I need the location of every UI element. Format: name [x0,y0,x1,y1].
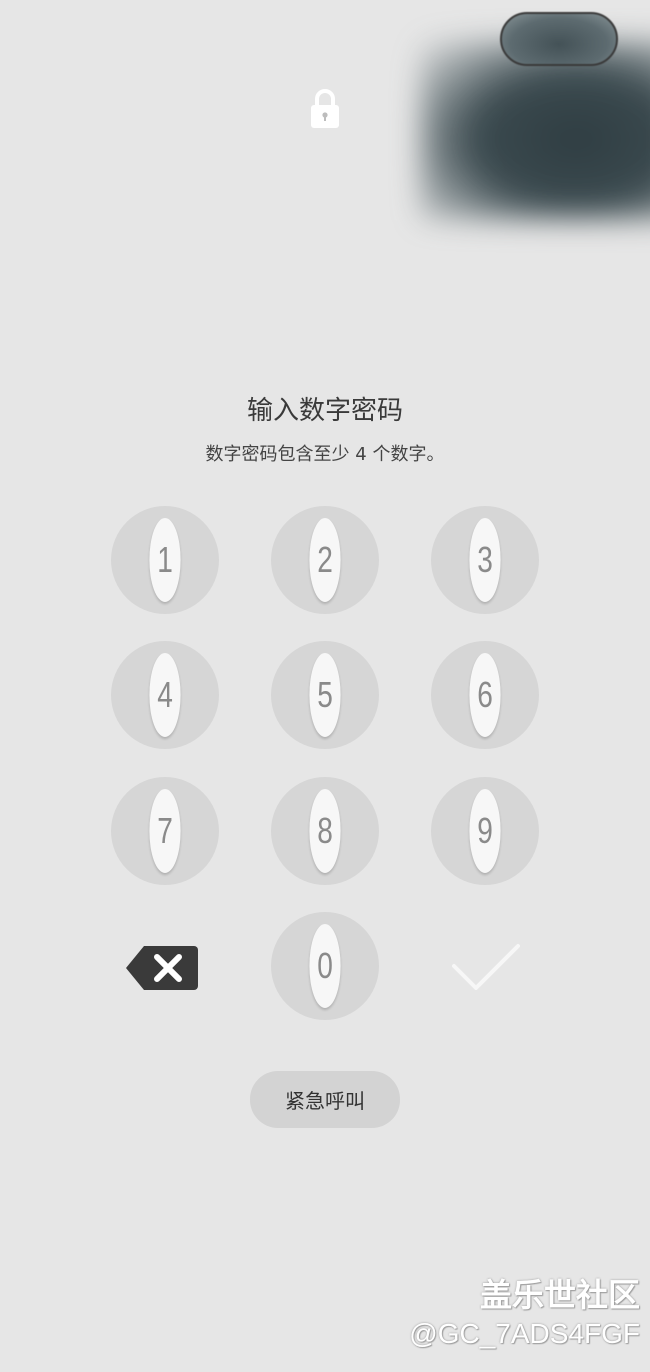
camera-preview-blur [420,40,650,220]
watermark-handle: @GC_7ADS4FGF [409,1318,640,1349]
check-icon[interactable] [450,940,522,996]
key-8-label: 8 [309,789,341,873]
backspace-icon[interactable] [124,944,200,992]
key-5-label: 5 [309,653,341,737]
key-1[interactable]: 1 [111,506,219,614]
key-0-label: 0 [309,924,341,1008]
key-0[interactable]: 0 [271,912,379,1020]
key-9-label: 9 [469,789,501,873]
page-title: 输入数字密码 [246,396,403,426]
lock-icon [311,89,339,128]
emergency-call-button[interactable]: 紧急呼叫 [250,1071,400,1128]
key-9[interactable]: 9 [431,777,539,885]
key-2-label: 2 [309,518,341,602]
key-7-label: 7 [149,789,181,873]
key-2[interactable]: 2 [271,506,379,614]
key-6[interactable]: 6 [431,641,539,749]
camera-cutout [500,12,618,66]
key-8[interactable]: 8 [271,777,379,885]
key-4[interactable]: 4 [111,641,219,749]
key-1-label: 1 [149,518,181,602]
key-3[interactable]: 3 [431,506,539,614]
key-5[interactable]: 5 [271,641,379,749]
watermark-title: 盖乐世社区 [479,1276,640,1314]
key-3-label: 3 [469,518,501,602]
key-6-label: 6 [469,653,501,737]
pin-hint: 数字密码包含至少 4 个数字。 [205,444,445,465]
key-4-label: 4 [149,653,181,737]
key-7[interactable]: 7 [111,777,219,885]
